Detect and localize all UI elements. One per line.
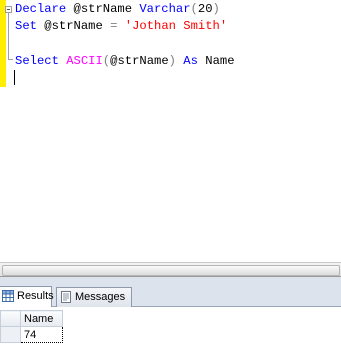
messages-icon bbox=[61, 291, 71, 303]
horizontal-scrollbar[interactable] bbox=[0, 262, 341, 277]
results-pane: Name 74 bbox=[0, 307, 341, 352]
code-token: 'Jothan Smith' bbox=[124, 19, 228, 33]
tab-results-label: Results bbox=[17, 290, 54, 302]
code-token: @strName bbox=[110, 54, 169, 68]
column-header-name[interactable]: Name bbox=[20, 310, 63, 327]
tab-messages[interactable]: Messages bbox=[56, 287, 132, 307]
code-token: ASCII bbox=[66, 54, 103, 68]
text-caret bbox=[14, 70, 15, 85]
code-line-declare[interactable]: Declare @strName Varchar(20) bbox=[15, 2, 220, 17]
query-editor[interactable]: Declare @strName Varchar(20) Set @strNam… bbox=[0, 0, 341, 262]
code-token: Set bbox=[15, 19, 37, 33]
code-token: @strName bbox=[66, 2, 140, 16]
code-token: ) bbox=[168, 54, 176, 68]
code-line-set[interactable]: Set @strName = 'Jothan Smith' bbox=[15, 19, 227, 34]
code-token: Varchar bbox=[139, 2, 191, 16]
tab-messages-label: Messages bbox=[75, 291, 126, 303]
row-header[interactable] bbox=[0, 326, 21, 343]
grid-cell-name[interactable]: 74 bbox=[20, 326, 63, 343]
outline-guide bbox=[8, 9, 9, 60]
tab-results[interactable]: Results bbox=[0, 286, 54, 307]
results-grid: Name 74 bbox=[0, 310, 63, 343]
code-token: @strName bbox=[36, 19, 111, 33]
pane-splitter[interactable] bbox=[0, 277, 341, 285]
code-token: Declare bbox=[15, 2, 67, 16]
code-token: ) bbox=[212, 2, 220, 16]
code-token: As bbox=[183, 54, 198, 68]
code-line-select[interactable]: Select ASCII(@strName) As Name bbox=[15, 54, 235, 69]
code-token: ( bbox=[190, 2, 198, 16]
scrollbar-thumb[interactable] bbox=[2, 265, 340, 276]
collapse-icon[interactable] bbox=[5, 6, 12, 13]
table-row: 74 bbox=[0, 326, 63, 343]
code-token: Select bbox=[15, 54, 59, 68]
code-token: 20 bbox=[197, 2, 213, 16]
grid-icon bbox=[2, 290, 14, 302]
grid-corner[interactable] bbox=[0, 310, 21, 327]
results-tab-strip: Results Messages bbox=[0, 285, 341, 307]
outline-guide-end bbox=[8, 59, 13, 60]
code-token: Name bbox=[197, 54, 235, 68]
change-tracking-margin bbox=[0, 0, 6, 87]
